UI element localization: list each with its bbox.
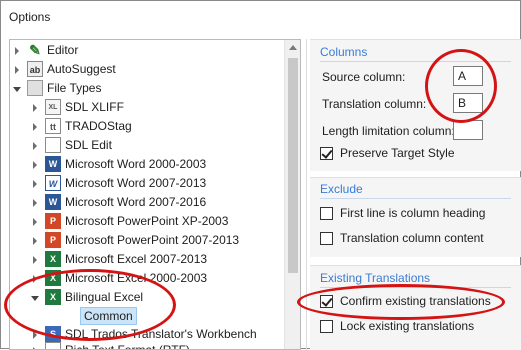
divider — [320, 198, 511, 199]
lock-existing-label: Lock existing translations — [340, 319, 475, 333]
folder-icon — [27, 80, 43, 96]
tree-item-file-types[interactable]: File Types — [12, 79, 101, 98]
expand-arrow-icon[interactable] — [12, 41, 24, 60]
autosuggest-icon: ab — [27, 61, 43, 77]
powerpoint-icon: P — [45, 232, 61, 248]
first-line-heading-label: First line is column heading — [340, 206, 486, 220]
expand-arrow-icon[interactable] — [12, 60, 24, 79]
expand-arrow-icon[interactable] — [30, 231, 42, 250]
options-tree[interactable]: ✎ Editor ab AutoSuggest File Types XL SDL X… — [9, 39, 301, 350]
splitter[interactable] — [306, 39, 307, 350]
tree-item-tradostag[interactable]: tt TRADOStag — [30, 117, 132, 136]
exclude-panel: Exclude First line is column heading Tra… — [310, 177, 521, 257]
tree-item-bilingual-excel[interactable]: X Bilingual Excel — [30, 288, 143, 307]
tree-item-sdl-xliff[interactable]: XL SDL XLIFF — [30, 98, 124, 117]
translation-column-input[interactable]: B — [453, 93, 483, 113]
tradostag-icon: tt — [45, 118, 61, 134]
source-column-label: Source column: — [322, 70, 406, 84]
powerpoint-icon: P — [45, 213, 61, 229]
existing-translations-heading: Existing Translations — [320, 271, 431, 285]
divider — [320, 61, 511, 62]
xliff-icon: XL — [45, 99, 61, 115]
window-title: Options — [9, 10, 51, 24]
title-bar: Options — [1, 1, 520, 34]
word-icon: W — [45, 194, 61, 210]
tree-item-powerpoint-2007-2013[interactable]: P Microsoft PowerPoint 2007-2013 — [30, 231, 239, 250]
tree-item-excel-2000-2003[interactable]: X Microsoft Excel 2000-2003 — [30, 269, 207, 288]
expand-arrow-icon[interactable] — [30, 250, 42, 269]
tree-item-editor[interactable]: ✎ Editor — [12, 41, 78, 60]
tree-item-common[interactable]: Common — [80, 306, 137, 325]
word-icon: W — [45, 175, 61, 191]
tree-item-autosuggest[interactable]: ab AutoSuggest — [12, 60, 116, 79]
expand-arrow-icon[interactable] — [30, 136, 42, 155]
expand-arrow-icon[interactable] — [30, 155, 42, 174]
expand-arrow-icon[interactable] — [30, 269, 42, 288]
expand-arrow-icon[interactable] — [30, 98, 42, 117]
tree-item-word-2007-2016[interactable]: W Microsoft Word 2007-2016 — [30, 193, 206, 212]
collapse-arrow-icon[interactable] — [12, 79, 24, 98]
tree-scrollbar[interactable] — [284, 40, 300, 349]
excel-icon: X — [45, 251, 61, 267]
translation-column-label: Translation column: — [322, 97, 427, 111]
confirm-existing-checkbox[interactable] — [320, 295, 333, 308]
source-column-input[interactable]: A — [453, 66, 483, 86]
expand-arrow-icon[interactable] — [30, 193, 42, 212]
preserve-target-style-checkbox[interactable] — [320, 147, 333, 160]
preserve-target-style-label: Preserve Target Style — [340, 146, 455, 160]
sdl-icon: S — [45, 326, 61, 342]
lock-existing-checkbox[interactable] — [320, 320, 333, 333]
columns-heading: Columns — [320, 45, 368, 59]
existing-translations-panel: Existing Translations Confirm existing t… — [310, 265, 521, 350]
editor-icon: ✎ — [29, 42, 41, 58]
exclude-heading: Exclude — [320, 182, 363, 196]
length-limitation-label: Length limitation column: — [322, 124, 455, 138]
tree-item-sdl-edit[interactable]: SDL Edit — [30, 136, 112, 155]
divider — [320, 287, 511, 288]
tree-item-word-2000-2003[interactable]: W Microsoft Word 2000-2003 — [30, 155, 206, 174]
scroll-up-icon[interactable] — [289, 45, 297, 50]
excel-icon: X — [45, 289, 61, 305]
length-limitation-input[interactable] — [453, 120, 483, 140]
word-icon: W — [45, 156, 61, 172]
document-icon — [45, 137, 61, 153]
tree-item-word-2007-2013[interactable]: W Microsoft Word 2007-2013 — [30, 174, 206, 193]
options-window: Options ✎ Editor ab AutoSuggest File Types… — [0, 0, 521, 350]
first-line-heading-checkbox[interactable] — [320, 207, 333, 220]
collapse-arrow-icon[interactable] — [30, 288, 42, 307]
confirm-existing-label: Confirm existing translations — [340, 294, 491, 308]
expand-arrow-icon[interactable] — [30, 174, 42, 193]
expand-arrow-icon[interactable] — [30, 117, 42, 136]
tree-item-powerpoint-xp-2003[interactable]: P Microsoft PowerPoint XP-2003 — [30, 212, 228, 231]
excel-icon: X — [45, 270, 61, 286]
columns-panel: Columns Source column: A Translation col… — [310, 39, 521, 171]
translation-column-content-checkbox[interactable] — [320, 232, 333, 245]
scrollbar-thumb[interactable] — [288, 58, 298, 273]
translation-column-content-label: Translation column content — [340, 231, 484, 245]
expand-arrow-icon[interactable] — [30, 212, 42, 231]
tree-item-excel-2007-2013[interactable]: X Microsoft Excel 2007-2013 — [30, 250, 207, 269]
